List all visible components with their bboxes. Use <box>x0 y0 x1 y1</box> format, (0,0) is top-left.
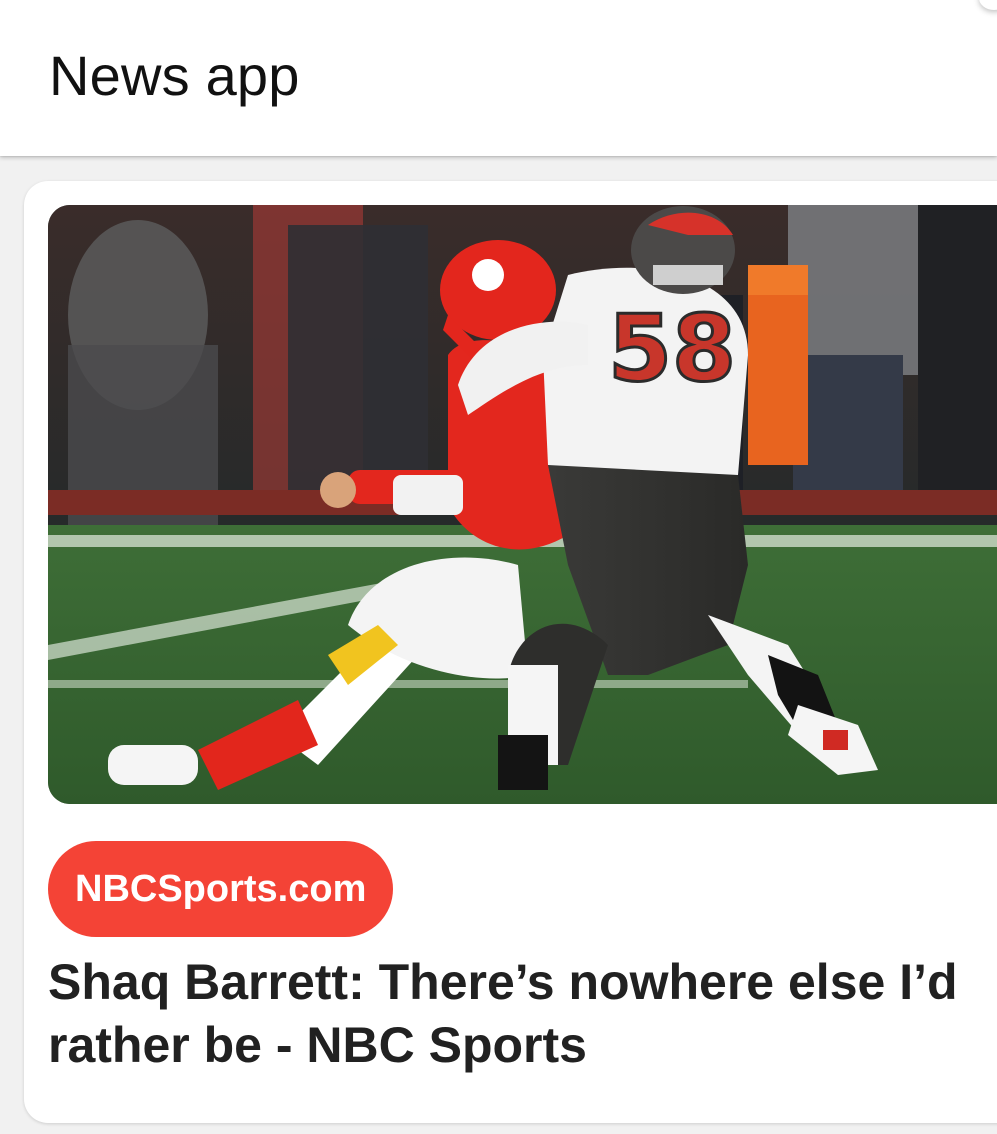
article-image[interactable]: 58 <box>48 205 997 804</box>
app-title: News app <box>49 44 300 107</box>
news-card[interactable]: 58 NBCSports.com Shaq Barrett: There’s n… <box>24 181 997 1123</box>
overflow-edge <box>979 0 997 10</box>
source-chip[interactable]: NBCSports.com <box>48 841 394 937</box>
app-bar: News app <box>0 0 997 156</box>
article-headline[interactable]: Shaq Barrett: There’s nowhere else I’d r… <box>48 951 988 1077</box>
jersey-number: 58 <box>608 295 736 402</box>
football-tackle-photo: 58 <box>48 205 997 804</box>
